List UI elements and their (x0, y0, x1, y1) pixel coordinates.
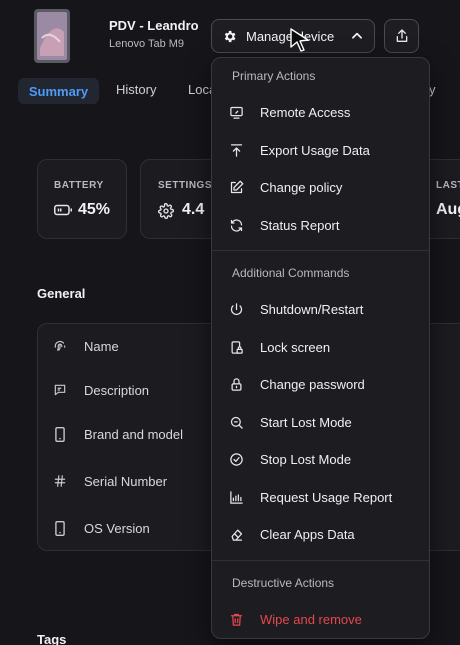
power-icon (228, 301, 244, 317)
manage-device-menu: Primary Actions Remote Access Export Usa… (211, 57, 430, 639)
start-lost-mode-label: Start Lost Mode (260, 414, 352, 430)
menu-item-change-policy[interactable]: Change policy (228, 173, 418, 201)
share-button[interactable] (384, 19, 419, 53)
screen-share-icon (228, 104, 244, 120)
menu-item-stop-lost-mode[interactable]: Stop Lost Mode (228, 445, 418, 473)
tags-title: Tags (37, 632, 67, 645)
menu-item-lock-screen[interactable]: Lock screen (228, 333, 418, 361)
tablet-icon (52, 520, 68, 536)
change-password-label: Change password (260, 376, 365, 392)
serial-number-row: Serial Number (52, 473, 167, 489)
general-title: General (37, 286, 86, 301)
battery-icon (54, 203, 72, 217)
status-report-label: Status Report (260, 217, 340, 233)
message-square-icon (52, 382, 68, 398)
name-row: Name (52, 338, 119, 354)
search-icon (228, 414, 244, 430)
phone-lock-icon (228, 339, 244, 355)
remote-access-label: Remote Access (260, 104, 351, 120)
menu-item-status-report[interactable]: Status Report (228, 211, 418, 239)
menu-item-change-password[interactable]: Change password (228, 370, 418, 398)
menu-item-start-lost-mode[interactable]: Start Lost Mode (228, 408, 418, 436)
menu-divider (212, 250, 429, 251)
battery-label: BATTERY (54, 180, 104, 191)
lock-screen-label: Lock screen (260, 339, 331, 355)
description-label: Description (84, 382, 150, 398)
device-name: PDV - Leandro (109, 18, 199, 33)
upload-icon (228, 142, 244, 158)
request-usage-report-label: Request Usage Report (260, 489, 393, 505)
brand-model-row: Brand and model (52, 426, 183, 442)
settings-gear-icon (158, 203, 174, 219)
settings-label: SETTINGS (158, 180, 213, 191)
mouse-cursor-icon (288, 26, 312, 54)
trash-icon (228, 611, 244, 627)
device-thumbnail (30, 8, 76, 64)
chevron-up-icon (350, 29, 364, 43)
description-row: Description (52, 382, 149, 398)
name-label: Name (84, 338, 119, 354)
edit-icon (228, 179, 244, 195)
eraser-icon (228, 526, 244, 542)
shutdown-restart-label: Shutdown/Restart (260, 301, 364, 317)
hash-icon (52, 473, 68, 489)
menu-divider (212, 560, 429, 561)
fingerprint-icon (52, 338, 68, 354)
tablet-icon (52, 426, 68, 442)
primary-actions-heading: Primary Actions (232, 69, 316, 83)
menu-item-clear-apps-data[interactable]: Clear Apps Data (228, 520, 418, 548)
menu-item-wipe-and-remove[interactable]: Wipe and remove (228, 605, 418, 633)
refresh-icon (228, 217, 244, 233)
last-label: LAST (436, 180, 460, 191)
menu-item-remote-access[interactable]: Remote Access (228, 98, 418, 126)
brand-model-label: Brand and model (84, 426, 184, 442)
os-version-label: OS Version (84, 520, 150, 536)
menu-item-request-usage-report[interactable]: Request Usage Report (228, 483, 418, 511)
bar-chart-icon (228, 489, 244, 505)
settings-value: 4.4 (182, 201, 205, 218)
serial-number-label: Serial Number (84, 473, 168, 489)
check-circle-icon (228, 451, 244, 467)
destructive-actions-heading: Destructive Actions (232, 576, 335, 590)
share-icon (394, 28, 410, 44)
menu-item-shutdown-restart[interactable]: Shutdown/Restart (228, 295, 418, 323)
change-policy-label: Change policy (260, 179, 343, 195)
device-model: Lenovo Tab M9 (109, 38, 185, 50)
clear-apps-data-label: Clear Apps Data (260, 526, 355, 542)
battery-card: BATTERY 45% (37, 159, 127, 239)
lock-icon (228, 376, 244, 392)
last-value: Aug (436, 201, 460, 218)
gear-icon (222, 29, 237, 44)
os-version-row: OS Version (52, 520, 150, 536)
stop-lost-mode-label: Stop Lost Mode (260, 451, 352, 467)
export-usage-data-label: Export Usage Data (260, 142, 370, 158)
tab-summary[interactable]: Summary (18, 78, 99, 104)
battery-value: 45% (78, 201, 111, 218)
tab-history[interactable]: History (116, 82, 156, 97)
wipe-and-remove-label: Wipe and remove (260, 611, 362, 627)
menu-item-export-usage-data[interactable]: Export Usage Data (228, 136, 418, 164)
additional-commands-heading: Additional Commands (232, 266, 350, 280)
